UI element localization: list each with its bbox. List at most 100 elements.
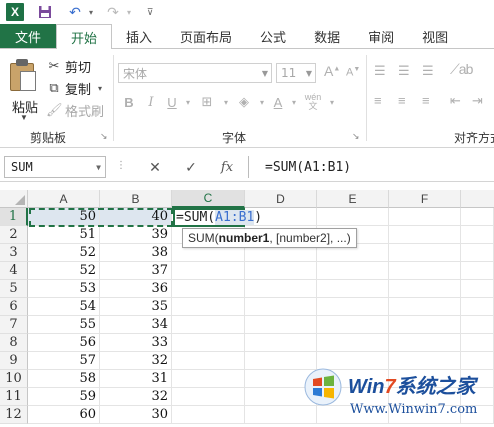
- table-cell[interactable]: 50: [28, 208, 100, 226]
- tab-insert[interactable]: 插入: [112, 24, 166, 48]
- clipboard-launcher-icon[interactable]: ↘: [100, 131, 108, 142]
- copy-button[interactable]: ⧉ 复制 ▾: [46, 79, 102, 97]
- table-cell[interactable]: [461, 334, 494, 352]
- align-center-icon[interactable]: ≡: [398, 93, 406, 108]
- shrink-font-icon[interactable]: A▼: [346, 66, 360, 79]
- paste-icon[interactable]: [10, 59, 36, 93]
- table-cell[interactable]: 39: [100, 226, 172, 244]
- range-reference[interactable]: A1:B1: [215, 210, 255, 225]
- table-cell[interactable]: [389, 208, 461, 226]
- fill-dropdown-icon[interactable]: ▾: [256, 98, 268, 107]
- table-cell[interactable]: [461, 316, 494, 334]
- table-cell[interactable]: 37: [100, 262, 172, 280]
- row-header[interactable]: 4: [0, 262, 28, 280]
- table-cell[interactable]: [461, 208, 494, 226]
- phonetic-icon[interactable]: wén 文: [300, 93, 326, 111]
- table-cell[interactable]: [389, 298, 461, 316]
- grow-font-icon[interactable]: A▲: [324, 63, 340, 79]
- table-cell[interactable]: 52: [28, 244, 100, 262]
- font-name-select[interactable]: 宋体 ▼: [118, 63, 272, 83]
- table-cell[interactable]: 54: [28, 298, 100, 316]
- bold-button[interactable]: B: [118, 95, 140, 110]
- row-header[interactable]: 3: [0, 244, 28, 262]
- table-cell[interactable]: [245, 262, 317, 280]
- table-cell[interactable]: 56: [28, 334, 100, 352]
- table-cell[interactable]: [245, 298, 317, 316]
- format-painter-button[interactable]: 🖌 格式刷: [46, 101, 104, 119]
- table-cell[interactable]: [389, 316, 461, 334]
- table-cell[interactable]: [461, 226, 494, 244]
- table-cell[interactable]: [172, 316, 245, 334]
- table-cell[interactable]: [389, 244, 461, 262]
- tab-formulas[interactable]: 公式: [246, 24, 300, 48]
- table-cell[interactable]: [172, 280, 245, 298]
- tab-home[interactable]: 开始: [56, 24, 113, 49]
- column-header[interactable]: C: [172, 190, 245, 208]
- resize-handle-icon[interactable]: ⋮: [116, 160, 126, 171]
- table-cell[interactable]: [172, 334, 245, 352]
- customize-toolbar-icon[interactable]: ⊽: [142, 0, 158, 24]
- table-cell[interactable]: [245, 316, 317, 334]
- phonetic-dropdown-icon[interactable]: ▾: [326, 98, 338, 107]
- table-cell[interactable]: [317, 334, 389, 352]
- borders-dropdown-icon[interactable]: ▾: [220, 98, 232, 107]
- table-cell[interactable]: 51: [28, 226, 100, 244]
- table-cell[interactable]: 60: [28, 406, 100, 424]
- table-cell[interactable]: 53: [28, 280, 100, 298]
- fill-color-icon[interactable]: ◈: [232, 94, 256, 110]
- table-cell[interactable]: 55: [28, 316, 100, 334]
- align-middle-icon[interactable]: ☰: [398, 63, 410, 79]
- tooltip-current-arg[interactable]: number1: [219, 231, 270, 245]
- row-header[interactable]: 11: [0, 388, 28, 406]
- table-cell[interactable]: 32: [100, 352, 172, 370]
- table-cell[interactable]: 33: [100, 334, 172, 352]
- align-bottom-icon[interactable]: ☰: [422, 63, 434, 79]
- column-header[interactable]: A: [28, 190, 100, 208]
- font-color-dropdown-icon[interactable]: ▾: [288, 98, 300, 107]
- table-cell[interactable]: [389, 262, 461, 280]
- font-color-icon[interactable]: A: [268, 95, 288, 110]
- row-header[interactable]: 12: [0, 406, 28, 424]
- table-cell[interactable]: 40: [100, 208, 172, 226]
- row-header[interactable]: 5: [0, 280, 28, 298]
- table-cell[interactable]: [389, 334, 461, 352]
- table-cell[interactable]: [461, 298, 494, 316]
- redo-icon[interactable]: ↷: [102, 0, 124, 24]
- font-size-select[interactable]: 11 ▼: [276, 63, 316, 83]
- table-cell[interactable]: 32: [100, 388, 172, 406]
- table-cell[interactable]: [172, 388, 245, 406]
- underline-dropdown-icon[interactable]: ▾: [182, 98, 194, 107]
- save-icon[interactable]: [34, 0, 56, 24]
- italic-button[interactable]: I: [140, 95, 162, 110]
- table-cell[interactable]: [317, 208, 389, 226]
- table-cell[interactable]: 34: [100, 316, 172, 334]
- copy-dropdown-icon[interactable]: ▾: [98, 84, 102, 93]
- align-top-icon[interactable]: ☰: [374, 63, 386, 79]
- paste-dropdown-icon[interactable]: ▼: [20, 113, 28, 122]
- row-header[interactable]: 1: [0, 208, 28, 226]
- row-header[interactable]: 9: [0, 352, 28, 370]
- table-cell[interactable]: [317, 262, 389, 280]
- table-cell[interactable]: 35: [100, 298, 172, 316]
- column-header[interactable]: D: [245, 190, 317, 208]
- decrease-indent-icon[interactable]: ⇤: [450, 93, 461, 109]
- table-cell[interactable]: [172, 406, 245, 424]
- row-header[interactable]: 10: [0, 370, 28, 388]
- column-header[interactable]: F: [389, 190, 461, 208]
- row-header[interactable]: 8: [0, 334, 28, 352]
- excel-icon[interactable]: X: [6, 3, 24, 21]
- select-all-button[interactable]: [0, 190, 28, 208]
- increase-indent-icon[interactable]: ⇥: [472, 93, 483, 109]
- tab-review[interactable]: 审阅: [354, 24, 408, 48]
- table-cell[interactable]: [172, 298, 245, 316]
- name-box[interactable]: SUM ▼: [4, 156, 106, 178]
- table-cell[interactable]: 30: [100, 406, 172, 424]
- row-header[interactable]: 2: [0, 226, 28, 244]
- table-cell[interactable]: [172, 352, 245, 370]
- cancel-icon[interactable]: ✕: [144, 157, 166, 177]
- table-cell[interactable]: [317, 298, 389, 316]
- formula-input[interactable]: =SUM(A1:B1): [248, 156, 494, 178]
- orientation-icon[interactable]: ⟋ab: [450, 61, 473, 78]
- insert-function-icon[interactable]: fx: [216, 157, 238, 177]
- column-header[interactable]: B: [100, 190, 172, 208]
